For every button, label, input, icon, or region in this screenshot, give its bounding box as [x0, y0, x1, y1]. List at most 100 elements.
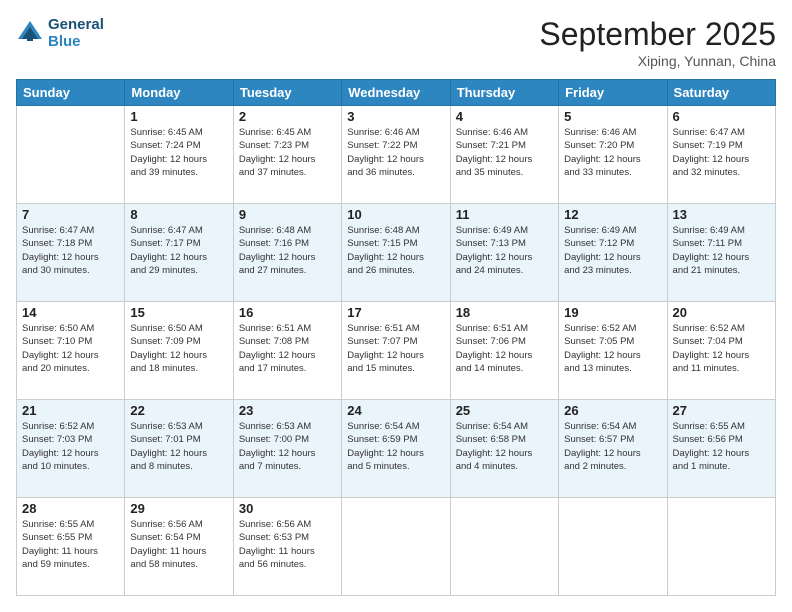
day-number: 2: [239, 109, 336, 124]
day-number: 6: [673, 109, 770, 124]
calendar-week-1: 1 Sunrise: 6:45 AM Sunset: 7:24 PM Daylig…: [17, 106, 776, 204]
day-number: 9: [239, 207, 336, 222]
calendar-cell: 14 Sunrise: 6:50 AM Sunset: 7:10 PM Dayli…: [17, 302, 125, 400]
day-detail: Sunrise: 6:56 AM Sunset: 6:53 PM Dayligh…: [239, 518, 336, 571]
calendar-cell: 5 Sunrise: 6:46 AM Sunset: 7:20 PM Daylig…: [559, 106, 667, 204]
day-number: 22: [130, 403, 227, 418]
day-detail: Sunrise: 6:55 AM Sunset: 6:56 PM Dayligh…: [673, 420, 770, 473]
calendar-cell: 4 Sunrise: 6:46 AM Sunset: 7:21 PM Daylig…: [450, 106, 558, 204]
calendar-cell: 1 Sunrise: 6:45 AM Sunset: 7:24 PM Daylig…: [125, 106, 233, 204]
day-detail: Sunrise: 6:46 AM Sunset: 7:20 PM Dayligh…: [564, 126, 661, 179]
day-number: 23: [239, 403, 336, 418]
calendar-cell: 23 Sunrise: 6:53 AM Sunset: 7:00 PM Dayli…: [233, 400, 341, 498]
day-detail: Sunrise: 6:51 AM Sunset: 7:06 PM Dayligh…: [456, 322, 553, 375]
day-number: 17: [347, 305, 444, 320]
day-detail: Sunrise: 6:46 AM Sunset: 7:21 PM Dayligh…: [456, 126, 553, 179]
day-detail: Sunrise: 6:46 AM Sunset: 7:22 PM Dayligh…: [347, 126, 444, 179]
calendar-cell: 26Sunrise: 6:54 AM Sunset: 6:57 PM Dayli…: [559, 400, 667, 498]
day-detail: Sunrise: 6:51 AM Sunset: 7:07 PM Dayligh…: [347, 322, 444, 375]
calendar-cell: 20Sunrise: 6:52 AM Sunset: 7:04 PM Dayli…: [667, 302, 775, 400]
day-number: 15: [130, 305, 227, 320]
day-number: 25: [456, 403, 553, 418]
calendar-cell: 7Sunrise: 6:47 AM Sunset: 7:18 PM Daylig…: [17, 204, 125, 302]
logo-text: General Blue: [48, 16, 104, 50]
day-number: 1: [130, 109, 227, 124]
day-number: 14: [22, 305, 119, 320]
day-number: 20: [673, 305, 770, 320]
calendar-cell: 21 Sunrise: 6:52 AM Sunset: 7:03 PM Dayli…: [17, 400, 125, 498]
day-number: 30: [239, 501, 336, 516]
calendar-header-tuesday: Tuesday: [233, 80, 341, 106]
day-number: 27: [673, 403, 770, 418]
calendar-cell: 15 Sunrise: 6:50 AM Sunset: 7:09 PM Dayli…: [125, 302, 233, 400]
day-number: 10: [347, 207, 444, 222]
day-detail: Sunrise: 6:45 AM Sunset: 7:24 PM Dayligh…: [130, 126, 227, 179]
day-number: 29: [130, 501, 227, 516]
day-number: 8: [130, 207, 227, 222]
day-number: 24: [347, 403, 444, 418]
calendar-cell: 24Sunrise: 6:54 AM Sunset: 6:59 PM Dayli…: [342, 400, 450, 498]
page: General Blue September 2025 Xiping, Yunn…: [0, 0, 792, 612]
day-number: 13: [673, 207, 770, 222]
day-number: 4: [456, 109, 553, 124]
day-detail: Sunrise: 6:48 AM Sunset: 7:16 PM Dayligh…: [239, 224, 336, 277]
calendar-week-2: 7Sunrise: 6:47 AM Sunset: 7:18 PM Daylig…: [17, 204, 776, 302]
calendar-week-4: 21 Sunrise: 6:52 AM Sunset: 7:03 PM Dayli…: [17, 400, 776, 498]
logo: General Blue: [16, 16, 104, 50]
day-detail: Sunrise: 6:52 AM Sunset: 7:05 PM Dayligh…: [564, 322, 661, 375]
calendar-cell: [559, 498, 667, 596]
day-detail: Sunrise: 6:45 AM Sunset: 7:23 PM Dayligh…: [239, 126, 336, 179]
day-number: 12: [564, 207, 661, 222]
calendar-cell: 2 Sunrise: 6:45 AM Sunset: 7:23 PM Daylig…: [233, 106, 341, 204]
calendar-header-friday: Friday: [559, 80, 667, 106]
day-number: 16: [239, 305, 336, 320]
calendar-cell: 29 Sunrise: 6:56 AM Sunset: 6:54 PM Dayli…: [125, 498, 233, 596]
calendar-week-3: 14 Sunrise: 6:50 AM Sunset: 7:10 PM Dayli…: [17, 302, 776, 400]
day-number: 28: [22, 501, 119, 516]
calendar-cell: 25 Sunrise: 6:54 AM Sunset: 6:58 PM Dayli…: [450, 400, 558, 498]
calendar-header-row: SundayMondayTuesdayWednesdayThursdayFrid…: [17, 80, 776, 106]
day-detail: Sunrise: 6:53 AM Sunset: 7:00 PM Dayligh…: [239, 420, 336, 473]
calendar-cell: [342, 498, 450, 596]
calendar-cell: 6 Sunrise: 6:47 AM Sunset: 7:19 PM Daylig…: [667, 106, 775, 204]
day-detail: Sunrise: 6:55 AM Sunset: 6:55 PM Dayligh…: [22, 518, 119, 571]
calendar-header-saturday: Saturday: [667, 80, 775, 106]
calendar-cell: 13Sunrise: 6:49 AM Sunset: 7:11 PM Dayli…: [667, 204, 775, 302]
calendar-week-5: 28 Sunrise: 6:55 AM Sunset: 6:55 PM Dayli…: [17, 498, 776, 596]
day-detail: Sunrise: 6:56 AM Sunset: 6:54 PM Dayligh…: [130, 518, 227, 571]
calendar-cell: 22Sunrise: 6:53 AM Sunset: 7:01 PM Dayli…: [125, 400, 233, 498]
day-detail: Sunrise: 6:48 AM Sunset: 7:15 PM Dayligh…: [347, 224, 444, 277]
calendar-cell: 12 Sunrise: 6:49 AM Sunset: 7:12 PM Dayli…: [559, 204, 667, 302]
calendar-header-wednesday: Wednesday: [342, 80, 450, 106]
calendar-cell: 3 Sunrise: 6:46 AM Sunset: 7:22 PM Daylig…: [342, 106, 450, 204]
day-number: 7: [22, 207, 119, 222]
calendar-cell: 27 Sunrise: 6:55 AM Sunset: 6:56 PM Dayli…: [667, 400, 775, 498]
title-block: September 2025 Xiping, Yunnan, China: [539, 16, 776, 69]
day-detail: Sunrise: 6:50 AM Sunset: 7:09 PM Dayligh…: [130, 322, 227, 375]
day-detail: Sunrise: 6:49 AM Sunset: 7:12 PM Dayligh…: [564, 224, 661, 277]
day-number: 11: [456, 207, 553, 222]
calendar: SundayMondayTuesdayWednesdayThursdayFrid…: [16, 79, 776, 596]
calendar-cell: 16 Sunrise: 6:51 AM Sunset: 7:08 PM Dayli…: [233, 302, 341, 400]
day-detail: Sunrise: 6:47 AM Sunset: 7:19 PM Dayligh…: [673, 126, 770, 179]
day-number: 5: [564, 109, 661, 124]
calendar-cell: 9 Sunrise: 6:48 AM Sunset: 7:16 PM Daylig…: [233, 204, 341, 302]
day-detail: Sunrise: 6:51 AM Sunset: 7:08 PM Dayligh…: [239, 322, 336, 375]
location: Xiping, Yunnan, China: [539, 53, 776, 69]
calendar-cell: [667, 498, 775, 596]
day-number: 3: [347, 109, 444, 124]
month-title: September 2025: [539, 16, 776, 53]
calendar-cell: 18Sunrise: 6:51 AM Sunset: 7:06 PM Dayli…: [450, 302, 558, 400]
day-number: 19: [564, 305, 661, 320]
header: General Blue September 2025 Xiping, Yunn…: [16, 16, 776, 69]
day-detail: Sunrise: 6:47 AM Sunset: 7:17 PM Dayligh…: [130, 224, 227, 277]
day-detail: Sunrise: 6:49 AM Sunset: 7:13 PM Dayligh…: [456, 224, 553, 277]
calendar-cell: [17, 106, 125, 204]
day-detail: Sunrise: 6:50 AM Sunset: 7:10 PM Dayligh…: [22, 322, 119, 375]
day-detail: Sunrise: 6:52 AM Sunset: 7:03 PM Dayligh…: [22, 420, 119, 473]
calendar-header-thursday: Thursday: [450, 80, 558, 106]
day-detail: Sunrise: 6:54 AM Sunset: 6:58 PM Dayligh…: [456, 420, 553, 473]
day-number: 21: [22, 403, 119, 418]
logo-icon: [16, 19, 44, 47]
calendar-cell: 19 Sunrise: 6:52 AM Sunset: 7:05 PM Dayli…: [559, 302, 667, 400]
